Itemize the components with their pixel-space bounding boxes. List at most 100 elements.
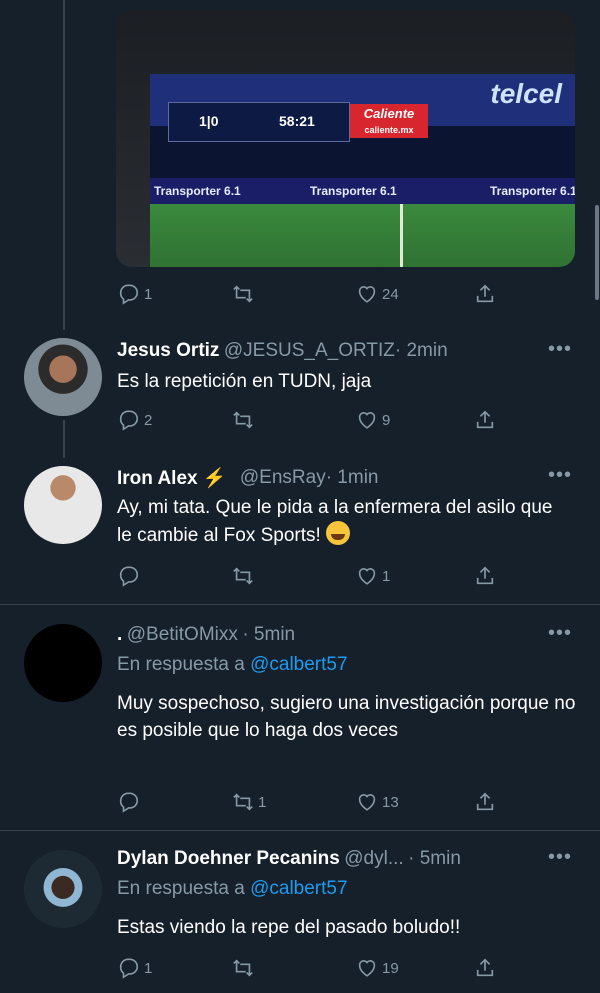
reply-button[interactable]: 2 — [118, 408, 152, 432]
like-button[interactable]: 13 — [356, 790, 399, 814]
like-count: 24 — [382, 285, 399, 303]
pitch — [150, 204, 575, 267]
display-name[interactable]: Dylan Doehner Pecanins — [117, 848, 340, 870]
like-count: 19 — [382, 959, 399, 977]
tweet-media-image[interactable]: telcel 1|0 58:21 Caliente caliente.mx Tr… — [116, 10, 575, 267]
reply-button[interactable]: 1 — [118, 956, 152, 980]
share-icon — [474, 957, 496, 979]
like-button[interactable]: 24 — [356, 282, 399, 306]
share-button[interactable] — [474, 956, 496, 980]
ad-text-2: Transporter 6.1 — [310, 184, 397, 198]
tweet-actions: 1 — [0, 564, 600, 588]
reply-icon — [118, 283, 140, 305]
tweet-text: Estas viendo la repe del pasado boludo!! — [117, 917, 461, 938]
reply-context: En respuesta a @calbert57 — [117, 878, 348, 900]
handle[interactable]: @dyl... — [344, 848, 403, 870]
thread-line-top — [63, 0, 65, 330]
sponsor-url: caliente.mx — [364, 125, 414, 135]
ad-text-1: Transporter 6.1 — [154, 184, 241, 198]
share-icon — [474, 409, 496, 431]
tweet-header: . @BetitOMixx · 5min — [117, 624, 295, 646]
like-count: 13 — [382, 793, 399, 811]
ad-text-3: Transporter 6.1 — [490, 184, 575, 198]
share-button[interactable] — [474, 790, 496, 814]
retweet-button[interactable]: 1 — [232, 790, 266, 814]
scrollbar[interactable] — [595, 205, 599, 300]
share-icon — [474, 791, 496, 813]
timestamp[interactable]: · 5min — [408, 848, 461, 870]
sponsor-logo: Caliente caliente.mx — [350, 104, 428, 138]
avatar[interactable] — [24, 338, 102, 416]
timestamp[interactable]: · 2min — [395, 340, 448, 362]
like-button[interactable]: 19 — [356, 956, 399, 980]
share-button[interactable] — [474, 408, 496, 432]
share-button[interactable] — [474, 282, 496, 306]
share-button[interactable] — [474, 564, 496, 588]
handle[interactable]: @BetitOMixx — [127, 624, 238, 646]
reply-button[interactable] — [118, 564, 144, 588]
share-icon — [474, 283, 496, 305]
timestamp[interactable]: · 1min — [326, 467, 379, 489]
retweet-button[interactable] — [232, 282, 258, 306]
avatar[interactable] — [24, 466, 102, 544]
reply-to-link[interactable]: @calbert57 — [250, 654, 347, 675]
sponsor-text: Caliente — [363, 106, 415, 121]
tweet-actions: 1 19 — [0, 956, 600, 980]
heart-icon — [356, 283, 378, 305]
reply-button[interactable] — [118, 790, 144, 814]
reply-context: En respuesta a @calbert57 — [117, 654, 348, 676]
reply-prefix: En respuesta a — [117, 878, 245, 899]
reply-count: 1 — [144, 959, 153, 977]
like-button[interactable]: 1 — [356, 564, 390, 588]
like-count: 9 — [382, 411, 391, 429]
reply-to-link[interactable]: @calbert57 — [250, 878, 347, 899]
handle[interactable]: @JESUS_A_ORTIZ — [224, 340, 395, 362]
more-options-button[interactable]: ••• — [548, 622, 572, 645]
tweet-actions: 1 13 — [0, 790, 600, 814]
retweet-icon — [232, 409, 254, 431]
reply-count: 1 — [144, 285, 153, 303]
tv-brand-text: telcel — [490, 78, 562, 109]
ad-board: Transporter 6.1 Transporter 6.1 Transpor… — [150, 178, 575, 204]
retweet-icon — [232, 791, 254, 813]
share-icon — [474, 565, 496, 587]
reply-count: 2 — [144, 411, 153, 429]
divider — [0, 604, 600, 605]
pitch-line — [400, 204, 403, 267]
scoreboard: 1|0 58:21 — [168, 102, 350, 142]
tweet-header: Jesus Ortiz @JESUS_A_ORTIZ · 2min — [117, 340, 448, 362]
reply-icon — [118, 791, 140, 813]
retweet-button[interactable] — [232, 956, 258, 980]
retweet-count: 1 — [258, 793, 267, 811]
display-name[interactable]: Iron Alex ⚡ — [117, 466, 227, 490]
retweet-button[interactable] — [232, 564, 258, 588]
avatar[interactable] — [24, 850, 102, 928]
more-options-button[interactable]: ••• — [548, 464, 572, 487]
reply-icon — [118, 409, 140, 431]
retweet-icon — [232, 957, 254, 979]
reply-icon — [118, 565, 140, 587]
laughing-emoji-icon — [326, 521, 351, 545]
reply-prefix: En respuesta a — [117, 654, 245, 675]
handle[interactable]: @EnsRay — [240, 467, 326, 489]
avatar[interactable] — [24, 624, 102, 702]
score-text: 1|0 — [199, 113, 219, 129]
more-options-button[interactable]: ••• — [548, 846, 572, 869]
heart-icon — [356, 791, 378, 813]
tweet-header: Dylan Doehner Pecanins @dyl... · 5min — [117, 848, 461, 870]
timestamp[interactable]: · 5min — [242, 624, 295, 646]
tweet-text: Ay, mi tata. Que le pida a la enfermera … — [117, 494, 569, 549]
retweet-button[interactable] — [232, 408, 258, 432]
more-options-button[interactable]: ••• — [548, 338, 572, 361]
tweet-text: Muy sospechoso, sugiero una investigació… — [117, 693, 576, 741]
heart-icon — [356, 409, 378, 431]
tweet-actions: 2 9 — [0, 408, 600, 432]
retweet-icon — [232, 283, 254, 305]
display-name[interactable]: Jesus Ortiz — [117, 340, 219, 362]
like-count: 1 — [382, 567, 391, 585]
display-name[interactable]: . — [117, 624, 122, 646]
tweet-text: Es la repetición en TUDN, jaja — [117, 371, 372, 392]
reply-button[interactable]: 1 — [118, 282, 152, 306]
like-button[interactable]: 9 — [356, 408, 390, 432]
retweet-icon — [232, 565, 254, 587]
